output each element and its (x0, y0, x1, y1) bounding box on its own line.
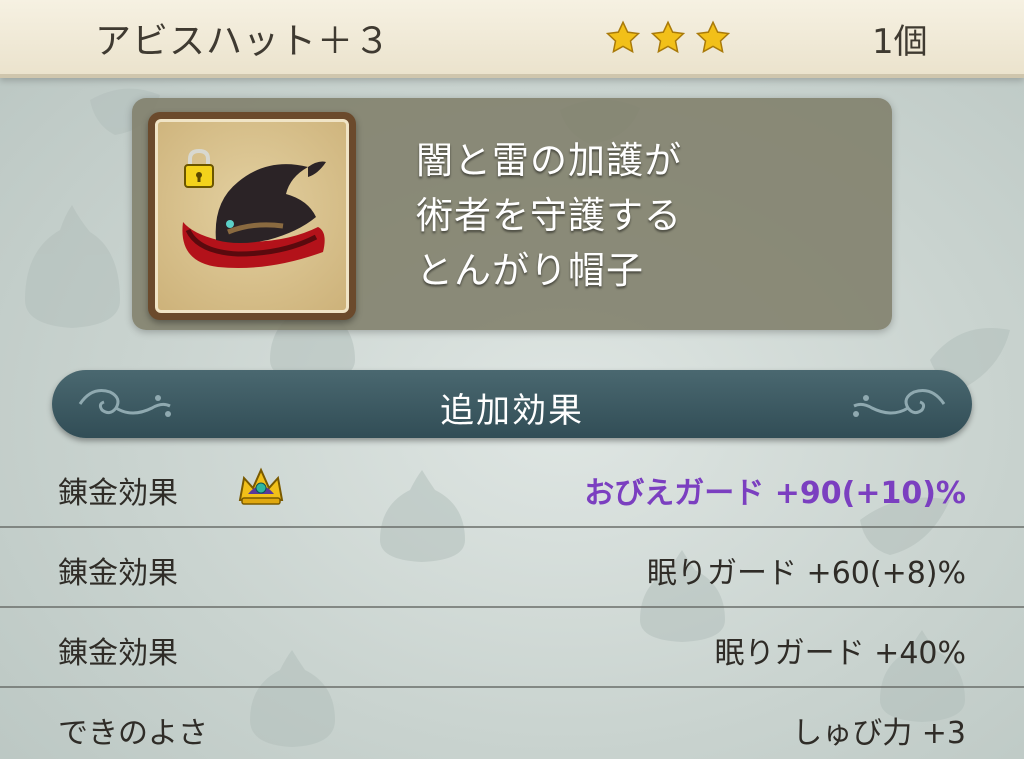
description-line: 術者を守護する (416, 194, 682, 237)
star-rating (605, 20, 731, 56)
description-line: とんがり帽子 (416, 249, 644, 292)
quality-value: しゅび力 +3 (792, 716, 966, 751)
crown-icon (238, 467, 284, 505)
effect-row: 錬金効果 眠りガード +40% (0, 608, 1024, 688)
item-icon-background (155, 119, 349, 313)
padlock-icon (184, 148, 214, 188)
effect-value: 眠りガード +60(+8)% (647, 556, 966, 591)
effect-row: できのよさ しゅび力 +3 (0, 688, 1024, 759)
effect-label: 錬金効果 (58, 556, 178, 591)
star-icon (695, 20, 731, 54)
star-icon (650, 20, 686, 54)
item-quantity: 1個 (872, 22, 928, 62)
effect-value: 眠りガード +40% (714, 636, 966, 671)
star-icon (605, 20, 641, 54)
section-title: 追加効果 (440, 391, 584, 431)
effect-row: 錬金効果 眠りガード +60(+8)% (0, 528, 1024, 608)
item-description: 闇と雷の加護が 術者を守護する とんがり帽子 (416, 133, 856, 298)
item-header: アビスハット＋３ 1個 (0, 0, 1024, 78)
effect-row: 錬金効果 おびえガード +90(+10)% (0, 448, 1024, 528)
scroll-ornament-icon (853, 389, 946, 417)
effect-label: 錬金効果 (58, 636, 178, 671)
item-icon-frame[interactable] (148, 112, 356, 320)
item-name: アビスハット＋３ (95, 21, 392, 62)
quality-label: できのよさ (58, 716, 208, 751)
effect-label: 錬金効果 (58, 476, 178, 511)
description-line: 闇と雷の加護が (416, 139, 682, 182)
section-header: 追加効果 (52, 370, 972, 438)
effect-value: おびえガード +90(+10)% (584, 476, 966, 511)
